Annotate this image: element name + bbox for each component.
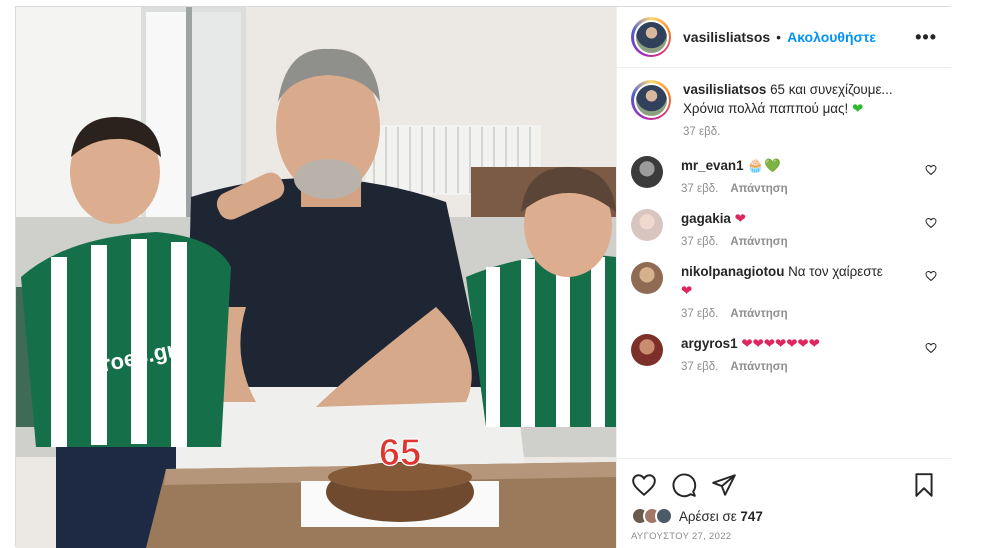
action-bar — [631, 471, 937, 499]
comment-username[interactable]: gagakia — [681, 211, 731, 226]
comment-username[interactable]: mr_evan1 — [681, 158, 744, 173]
comment-time: 37 εβδ. — [681, 183, 719, 195]
reply-button[interactable]: Απάντηση — [730, 183, 787, 195]
post-dialog: 65 iroes.gr vasilisliatsos • Ακολουθήστε… — [15, 6, 951, 548]
post-footer: Αρέσει σε 747 ΑΥΓΟΥΣΤΟΥ 27, 2022 — [617, 458, 951, 548]
comment-item: nikolpanagiotou Να τον χαίρεστε ❤ 37 εβδ.… — [631, 262, 937, 320]
share-icon[interactable] — [711, 472, 737, 498]
comments-list[interactable]: vasilisliatsos 65 και συνεχίζουμε... Χρό… — [617, 68, 951, 458]
follow-button[interactable]: Ακολουθήστε — [787, 29, 876, 45]
bookmark-icon[interactable] — [911, 472, 937, 498]
reply-button[interactable]: Απάντηση — [730, 308, 787, 320]
caption-line1: 65 και συνεχίζουμε... — [770, 82, 893, 97]
green-heart-icon: ❤ — [851, 101, 864, 116]
likes-count[interactable]: 747 — [740, 509, 762, 524]
commenter-avatar[interactable] — [631, 209, 663, 241]
caption-line2: Χρόνια πολλά παππού μας! — [683, 101, 849, 116]
comment-time: 37 εβδ. — [681, 361, 719, 373]
heart-outline-icon[interactable] — [925, 270, 937, 282]
cake-candles-number: 65 — [379, 432, 421, 474]
liker-avatars — [631, 507, 673, 525]
comment-time: 37 εβδ. — [681, 236, 719, 248]
comment-item: mr_evan1 🧁💚 37 εβδ. Απάντηση — [631, 156, 937, 195]
post-username[interactable]: vasilisliatsos — [683, 29, 770, 45]
comment-item: argyros1 ❤❤❤❤❤❤❤ 37 εβδ. Απάντηση — [631, 334, 937, 373]
comment-icon[interactable] — [671, 472, 697, 498]
more-icon[interactable]: ••• — [915, 27, 937, 48]
comment-time: 37 εβδ. — [681, 308, 719, 320]
comment-emoji: ❤ — [681, 283, 693, 298]
heart-outline-icon[interactable] — [925, 217, 937, 229]
likes-text[interactable]: Αρέσει σε 747 — [679, 509, 763, 524]
likes-prefix: Αρέσει σε — [679, 508, 737, 524]
photo-scene: 65 iroes.gr — [16, 7, 616, 548]
caption-avatar[interactable] — [631, 80, 671, 120]
post-caption: vasilisliatsos 65 και συνεχίζουμε... Χρό… — [631, 80, 937, 138]
heart-outline-icon[interactable] — [925, 342, 937, 354]
comment-username[interactable]: nikolpanagiotou — [681, 264, 784, 279]
caption-text: vasilisliatsos 65 και συνεχίζουμε... Χρό… — [683, 80, 913, 118]
comment-emoji: ❤❤❤❤❤❤❤ — [741, 336, 820, 351]
post-header: vasilisliatsos • Ακολουθήστε ••• — [617, 7, 951, 68]
reply-button[interactable]: Απάντηση — [730, 361, 787, 373]
caption-time: 37 εβδ. — [683, 126, 721, 138]
commenter-avatar[interactable] — [631, 334, 663, 366]
likes-summary[interactable]: Αρέσει σε 747 — [631, 507, 937, 525]
comment-emoji: 🧁💚 — [747, 158, 781, 173]
commenter-avatar[interactable] — [631, 156, 663, 188]
heart-outline-icon[interactable] — [925, 164, 937, 176]
commenter-avatar[interactable] — [631, 262, 663, 294]
heart-outline-icon[interactable] — [631, 472, 657, 498]
comment-username[interactable]: argyros1 — [681, 336, 738, 351]
post-photo[interactable]: 65 iroes.gr — [16, 7, 616, 548]
comment-emoji: ❤ — [734, 211, 746, 226]
separator-dot: • — [776, 29, 782, 45]
caption-username[interactable]: vasilisliatsos — [683, 82, 766, 97]
post-date: ΑΥΓΟΥΣΤΟΥ 27, 2022 — [631, 531, 732, 542]
comment-item: gagakia ❤ 37 εβδ. Απάντηση — [631, 209, 937, 248]
post-side-panel: vasilisliatsos • Ακολουθήστε ••• vasilis… — [616, 7, 951, 548]
avatar[interactable] — [631, 17, 671, 57]
comment-text: Να τον χαίρεστε — [788, 264, 883, 279]
reply-button[interactable]: Απάντηση — [730, 236, 787, 248]
